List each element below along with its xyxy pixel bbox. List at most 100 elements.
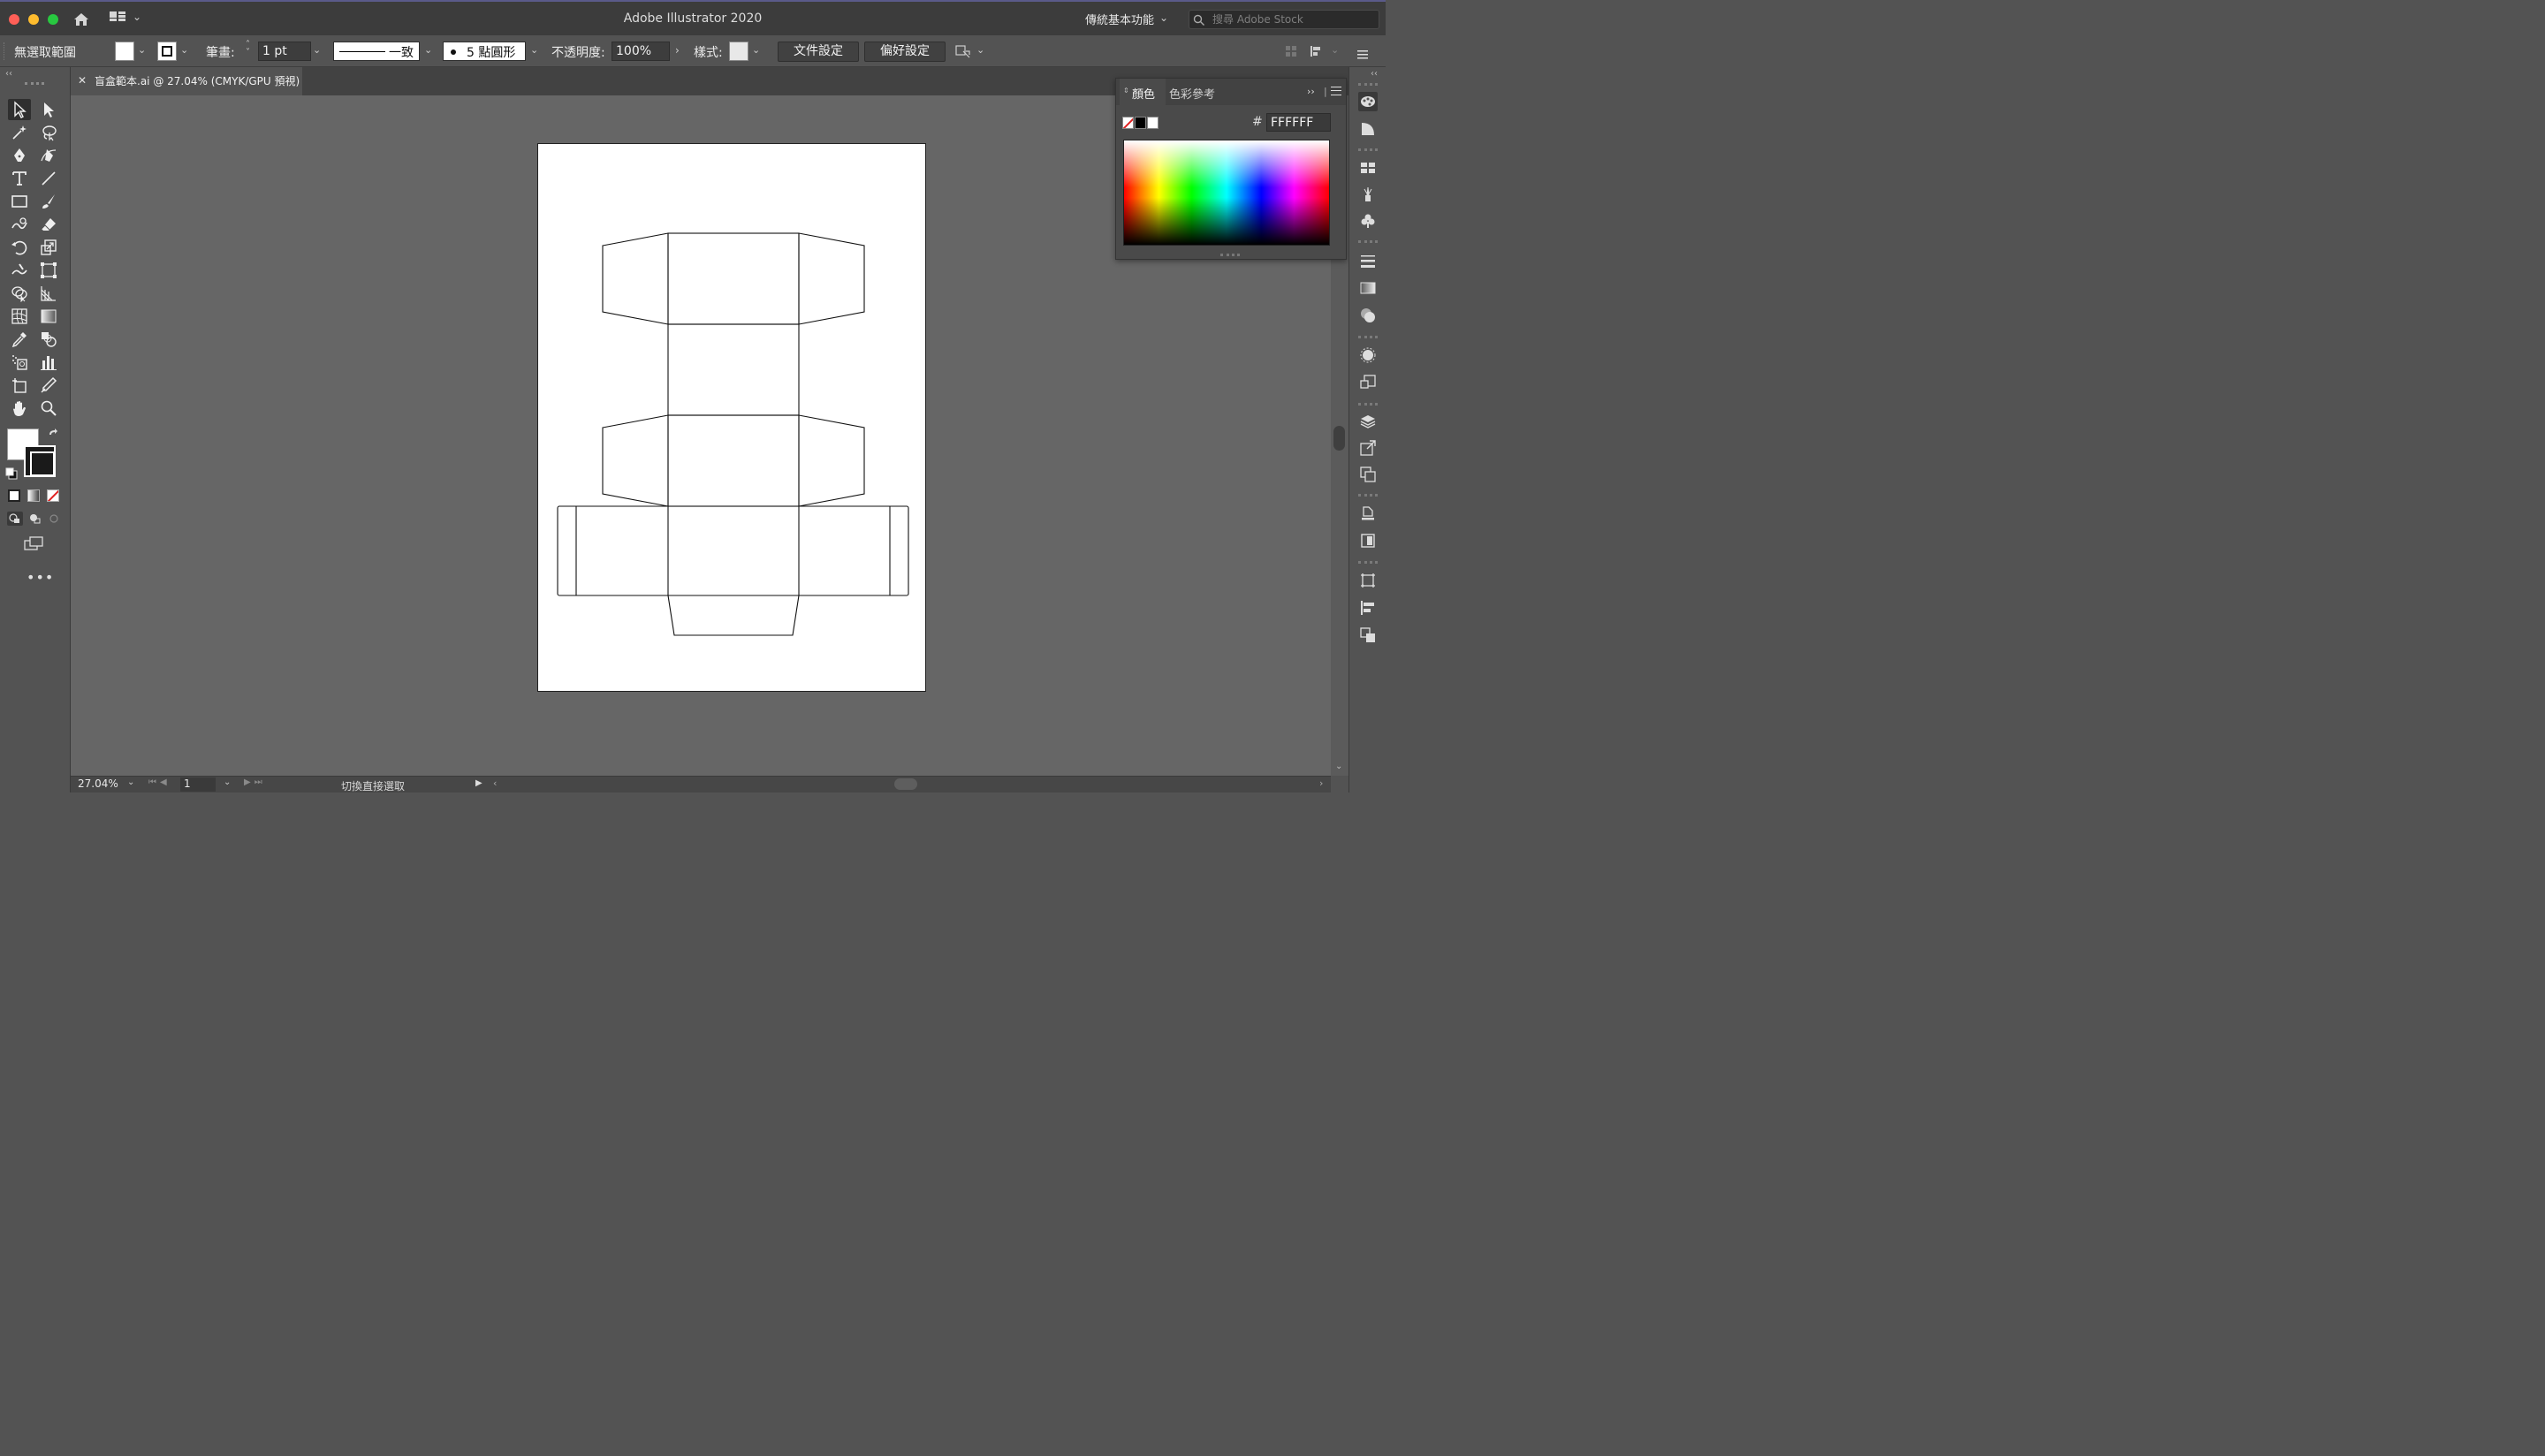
symbols-icon[interactable] xyxy=(1358,211,1378,231)
fill-swatch[interactable] xyxy=(115,42,134,61)
align-panel-icon[interactable] xyxy=(1358,598,1378,618)
links-icon[interactable] xyxy=(1358,531,1378,550)
color-guide-icon[interactable] xyxy=(1358,119,1378,139)
chevron-down-icon[interactable]: ⌄ xyxy=(424,44,432,56)
draw-behind-icon[interactable] xyxy=(27,512,43,526)
appearance-icon[interactable] xyxy=(1358,345,1378,365)
dock-grip[interactable] xyxy=(1358,240,1378,243)
stroke-swatch[interactable] xyxy=(157,42,177,61)
line-segment-tool-icon[interactable] xyxy=(37,168,60,189)
status-menu-arrow-icon[interactable]: ▶ xyxy=(475,778,482,788)
chevron-down-icon[interactable]: ⌄ xyxy=(180,44,188,56)
brushes-icon[interactable] xyxy=(1358,185,1378,204)
artboards-icon[interactable] xyxy=(1358,465,1378,484)
gradient-tool-icon[interactable] xyxy=(37,306,60,327)
hex-color-input[interactable] xyxy=(1266,113,1331,132)
none-mode-icon[interactable] xyxy=(47,489,59,502)
dock-grip[interactable] xyxy=(1358,561,1378,564)
blend-tool-icon[interactable] xyxy=(37,329,60,350)
scroll-left-icon[interactable]: ‹ xyxy=(493,777,497,789)
toolbar-grip[interactable] xyxy=(25,82,44,85)
chevron-down-icon[interactable]: ⌄ xyxy=(138,44,146,56)
default-fill-stroke-icon[interactable] xyxy=(5,466,18,480)
chevron-down-icon[interactable]: ⌄ xyxy=(127,777,134,787)
mesh-tool-icon[interactable] xyxy=(8,306,31,327)
lower-left-flap[interactable] xyxy=(602,414,669,507)
swap-fill-stroke-icon[interactable] xyxy=(48,428,60,440)
chevron-down-icon[interactable]: ⌄ xyxy=(752,44,760,56)
draw-normal-icon[interactable] xyxy=(7,512,23,526)
stroke-weight-stepper[interactable]: ˄ ˅ xyxy=(246,41,250,57)
warp-tool-icon[interactable] xyxy=(8,260,31,281)
selection-tool-icon[interactable] xyxy=(8,99,31,120)
symbol-sprayer-tool-icon[interactable] xyxy=(8,352,31,373)
scroll-right-icon[interactable]: › xyxy=(1319,777,1323,789)
magic-wand-tool-icon[interactable] xyxy=(8,122,31,143)
middle-panel[interactable] xyxy=(667,323,800,416)
preferences-button[interactable]: 偏好設定 xyxy=(864,42,946,62)
dock-grip[interactable] xyxy=(1358,83,1378,86)
transparency-icon[interactable] xyxy=(1358,306,1378,325)
none-swatch[interactable] xyxy=(1122,117,1134,129)
tab-color[interactable]: ⇕ 顏色 xyxy=(1120,79,1166,105)
opacity-field[interactable]: 100% xyxy=(612,42,670,61)
eyedropper-tool-icon[interactable] xyxy=(8,329,31,350)
side-strip[interactable] xyxy=(557,505,909,596)
chevron-right-icon[interactable]: › xyxy=(675,44,680,57)
workspace-switcher[interactable]: 傳統基本功能 xyxy=(1085,11,1154,27)
top-right-flap[interactable] xyxy=(798,232,865,325)
opacity-label[interactable]: 不透明度: xyxy=(551,43,605,61)
rectangle-tool-icon[interactable] xyxy=(8,191,31,212)
top-panel[interactable] xyxy=(667,232,800,325)
stock-search-input[interactable] xyxy=(1212,12,1371,27)
color-spectrum[interactable] xyxy=(1123,140,1330,246)
chevron-down-icon[interactable]: ⌄ xyxy=(530,44,538,56)
graphic-style-swatch[interactable] xyxy=(729,42,748,61)
next-last-artboard-buttons[interactable]: ▶⏭ xyxy=(244,777,266,787)
expand-dock-icon[interactable]: ‹‹ xyxy=(1371,69,1378,79)
artboard-tool-icon[interactable] xyxy=(8,375,31,396)
edit-toolbar-icon[interactable]: ••• xyxy=(27,569,54,586)
chevron-down-icon[interactable]: ⌄ xyxy=(1331,44,1339,56)
stroke-color-box[interactable] xyxy=(24,445,56,477)
menu-icon[interactable] xyxy=(1357,46,1368,59)
slice-tool-icon[interactable] xyxy=(37,375,60,396)
status-text[interactable]: 切換直接選取 xyxy=(341,778,405,792)
brush-definition[interactable]: 5 點圓形 xyxy=(443,42,526,61)
first-prev-artboard-buttons[interactable]: ⏮◀ xyxy=(148,777,171,787)
lower-right-flap[interactable] xyxy=(798,414,865,507)
zoom-level[interactable]: 27.04% xyxy=(78,777,118,790)
color-mode-icon[interactable] xyxy=(8,489,20,502)
shaper-tool-icon[interactable] xyxy=(8,214,31,235)
type-tool-icon[interactable] xyxy=(8,168,31,189)
hand-tool-icon[interactable] xyxy=(8,398,31,419)
pathfinder-icon[interactable] xyxy=(1358,626,1378,645)
paintbrush-tool-icon[interactable] xyxy=(37,191,60,212)
free-transform-tool-icon[interactable] xyxy=(37,260,60,281)
swatches-icon[interactable] xyxy=(1358,158,1378,178)
close-icon[interactable]: ✕ xyxy=(78,74,87,87)
dock-grip[interactable] xyxy=(1358,494,1378,497)
curvature-tool-icon[interactable] xyxy=(37,145,60,166)
variable-width-profile[interactable]: 一致 xyxy=(333,42,420,61)
transform-icon[interactable] xyxy=(1358,571,1378,590)
gradient-mode-icon[interactable] xyxy=(27,489,40,502)
transform-options-icon[interactable] xyxy=(955,43,971,59)
control-bar-grip[interactable] xyxy=(4,42,7,60)
asset-export-icon[interactable] xyxy=(1358,438,1378,458)
document-tab[interactable]: ✕ 盲盒範本.ai @ 27.04% (CMYK/GPU 預視) xyxy=(71,67,302,95)
stroke-weight-field[interactable]: 1 pt xyxy=(258,42,311,61)
panel-resize-grip[interactable] xyxy=(1220,254,1240,256)
artboard[interactable] xyxy=(537,143,926,692)
dock-grip[interactable] xyxy=(1358,403,1378,406)
draw-inside-icon[interactable] xyxy=(47,512,63,526)
chevron-down-icon[interactable]: ⌄ xyxy=(313,44,321,56)
grid-icon[interactable] xyxy=(1285,44,1297,57)
dock-grip[interactable] xyxy=(1358,148,1378,151)
tab-color-guide[interactable]: 色彩參考 xyxy=(1169,85,1215,102)
horizontal-scroll-thumb[interactable] xyxy=(894,778,917,790)
scroll-down-icon[interactable]: ⌄ xyxy=(1335,762,1342,771)
black-swatch[interactable] xyxy=(1135,117,1146,129)
pen-tool-icon[interactable] xyxy=(8,145,31,166)
lasso-tool-icon[interactable] xyxy=(37,122,60,143)
